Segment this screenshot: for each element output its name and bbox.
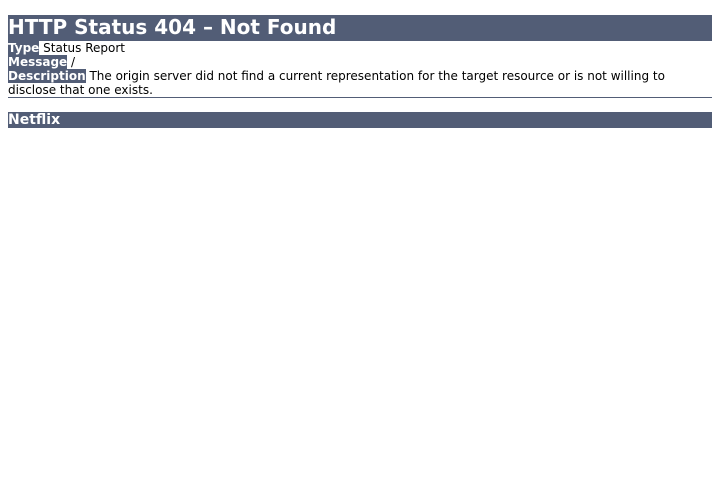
type-row: Type Status Report	[8, 41, 712, 55]
message-label: Message	[8, 55, 68, 69]
server-footer: Netflix	[8, 112, 712, 128]
description-value: The origin server did not find a current…	[8, 69, 665, 97]
description-label: Description	[8, 69, 86, 83]
error-page: HTTP Status 404 – Not Found Type Status …	[8, 15, 712, 128]
bottom-divider	[8, 97, 712, 98]
type-label: Type	[8, 41, 40, 55]
page-title: HTTP Status 404 – Not Found	[8, 15, 712, 40]
type-value: Status Report	[43, 41, 125, 55]
message-value: /	[71, 55, 76, 69]
message-row: Message /	[8, 55, 712, 69]
description-row: Description The origin server did not fi…	[8, 69, 712, 97]
